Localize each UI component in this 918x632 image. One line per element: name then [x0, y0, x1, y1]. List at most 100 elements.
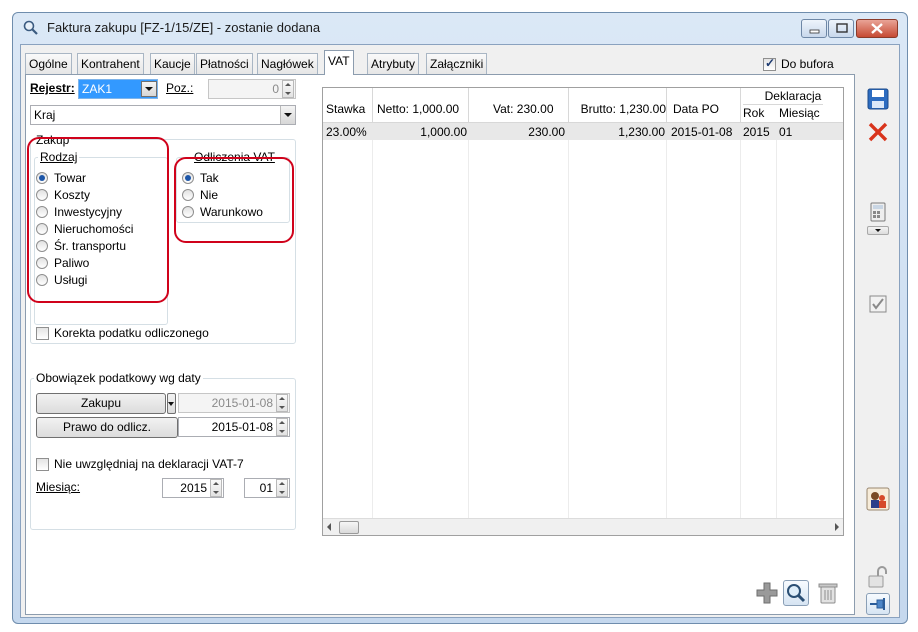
- plus-icon: [756, 582, 778, 604]
- print-button[interactable]: [867, 201, 889, 223]
- maximize-icon: [836, 23, 848, 33]
- deklaracja-divider: [743, 104, 823, 105]
- cell-netto: 1,000.00: [420, 125, 467, 139]
- odliczenia-legend: Odliczenia VAT: [192, 150, 277, 164]
- nie-uwzgledniaj-checkbox[interactable]: [36, 458, 49, 471]
- col-header-rok[interactable]: Rok: [743, 106, 764, 120]
- rodzaj-radio-paliwo[interactable]: [36, 257, 48, 269]
- miesiac-label: Miesiąc:: [36, 480, 81, 494]
- client-area: Ogólne Kontrahent Kaucje Płatności Nagłó…: [20, 44, 900, 618]
- poz-spinner[interactable]: [282, 80, 294, 98]
- tab-kontrahent[interactable]: Kontrahent: [77, 53, 144, 74]
- odliczenia-radio-tak[interactable]: [182, 172, 194, 184]
- rodzaj-radio-sr-transportu[interactable]: [36, 240, 48, 252]
- kraj-dropdown-button[interactable]: [280, 106, 295, 124]
- odliczenia-label-warunkowo: Warunkowo: [200, 205, 263, 219]
- chevron-down-icon: [145, 87, 153, 91]
- odliczenia-radio-warunkowo[interactable]: [182, 206, 194, 218]
- contractors-button[interactable]: [866, 487, 890, 511]
- scroll-left-icon[interactable]: [327, 523, 331, 531]
- document-check-icon: [869, 295, 887, 313]
- zakup-legend: Zakup: [34, 133, 72, 147]
- magnifier-icon: [787, 584, 806, 603]
- rodzaj-label-uslugi: Usługi: [54, 273, 88, 287]
- rodzaj-radio-koszty[interactable]: [36, 189, 48, 201]
- app-window: Faktura zakupu [FZ-1/15/ZE] - zostanie d…: [12, 12, 908, 624]
- prawo-date-spinner[interactable]: [276, 418, 288, 436]
- col-header-stawka[interactable]: Stawka: [323, 88, 373, 122]
- col-line: [776, 140, 777, 518]
- scroll-thumb[interactable]: [339, 521, 359, 534]
- print-options-dropdown[interactable]: [867, 226, 889, 235]
- tab-atrybuty[interactable]: Atrybuty: [367, 53, 420, 74]
- title-bar[interactable]: Faktura zakupu [FZ-1/15/ZE] - zostanie d…: [13, 13, 907, 43]
- col-header-brutto[interactable]: Brutto: 1,230.00: [569, 88, 667, 122]
- cell-vat: 230.00: [528, 125, 565, 139]
- floppy-disk-icon: [867, 88, 889, 110]
- rodzaj-radio-towar[interactable]: [36, 172, 48, 184]
- rodzaj-label-koszty: Koszty: [54, 188, 91, 202]
- maximize-button[interactable]: [828, 19, 854, 38]
- delete-button[interactable]: [815, 580, 841, 606]
- close-window-button[interactable]: [856, 19, 898, 38]
- chevron-down-icon: [875, 229, 881, 232]
- col-header-netto[interactable]: Netto: 1,000.00: [373, 88, 469, 122]
- zakupu-date-spinner[interactable]: [276, 394, 288, 412]
- korekta-checkbox[interactable]: [36, 327, 49, 340]
- cell-stawka: 23.00%: [326, 125, 367, 139]
- rejestr-label: Rejestr:: [30, 81, 75, 95]
- miesiac-year-spinner[interactable]: [210, 479, 222, 497]
- zakupu-button[interactable]: Zakupu: [36, 393, 166, 414]
- vat-table[interactable]: Stawka Netto: 1,000.00 Vat: 230.00 Brutt…: [322, 87, 844, 536]
- rodzaj-radio-inwestycyjny[interactable]: [36, 206, 48, 218]
- rodzaj-radio-nieruchomosci[interactable]: [36, 223, 48, 235]
- odliczenia-radio-nie[interactable]: [182, 189, 194, 201]
- horizontal-scrollbar[interactable]: [323, 518, 843, 535]
- unlock-button[interactable]: [866, 565, 890, 589]
- tab-ogolne[interactable]: Ogólne: [25, 53, 72, 74]
- poz-label: Poz.:: [166, 81, 194, 95]
- cell-rok: 2015: [743, 125, 770, 139]
- calculator-print-icon: [870, 202, 886, 222]
- miesiac-month-spinner[interactable]: [276, 479, 288, 497]
- minimize-button[interactable]: [801, 19, 827, 38]
- padlock-open-icon: [868, 566, 887, 588]
- cancel-button[interactable]: [866, 120, 890, 144]
- search-button[interactable]: [783, 580, 809, 606]
- scroll-right-icon[interactable]: [835, 523, 839, 531]
- rodzaj-radio-uslugi[interactable]: [36, 274, 48, 286]
- zakupu-dropdown-button[interactable]: [167, 393, 176, 414]
- tab-zalaczniki[interactable]: Załączniki: [426, 53, 488, 74]
- rodzaj-label-towar: Towar: [54, 171, 87, 185]
- window-title: Faktura zakupu [FZ-1/15/ZE] - zostanie d…: [47, 20, 321, 35]
- approve-button[interactable]: [867, 293, 889, 315]
- cancel-x-icon: [868, 122, 888, 142]
- obowiazek-legend: Obowiązek podatkowy wg daty: [34, 371, 203, 385]
- col-line: [468, 140, 469, 518]
- col-header-deklaracja: Deklaracja: [764, 89, 822, 103]
- do-bufora-checkbox[interactable]: [763, 56, 776, 71]
- prawo-do-odlicz-button[interactable]: Prawo do odlicz.: [36, 417, 178, 438]
- close-icon: [871, 23, 883, 34]
- add-button[interactable]: [754, 580, 780, 606]
- col-header-data-po[interactable]: Data PO: [667, 88, 741, 122]
- rodzaj-label-inwestycyjny: Inwestycyjny: [54, 205, 123, 219]
- tab-kaucje[interactable]: Kaucje: [150, 53, 195, 74]
- chevron-down-icon: [168, 402, 174, 406]
- tab-platnosci[interactable]: Płatności: [196, 53, 253, 74]
- zakupu-date-input[interactable]: 2015-01-08: [178, 393, 290, 413]
- col-line: [666, 140, 667, 518]
- korekta-label: Korekta podatku odliczonego: [54, 326, 209, 340]
- chevron-down-icon: [284, 113, 292, 117]
- pin-button[interactable]: [866, 593, 890, 615]
- col-header-vat[interactable]: Vat: 230.00: [469, 88, 569, 122]
- save-button[interactable]: [866, 87, 890, 111]
- kraj-select[interactable]: Kraj: [30, 105, 296, 125]
- tab-naglowek[interactable]: Nagłówek: [257, 53, 318, 74]
- rodzaj-legend: Rodzaj: [38, 150, 80, 164]
- tab-vat[interactable]: VAT: [324, 50, 354, 75]
- cell-data-po: 2015-01-08: [671, 125, 733, 139]
- col-header-miesiac[interactable]: Miesiąc: [779, 106, 820, 120]
- prawo-date-input[interactable]: 2015-01-08: [178, 417, 290, 437]
- rejestr-dropdown-button[interactable]: [141, 81, 157, 97]
